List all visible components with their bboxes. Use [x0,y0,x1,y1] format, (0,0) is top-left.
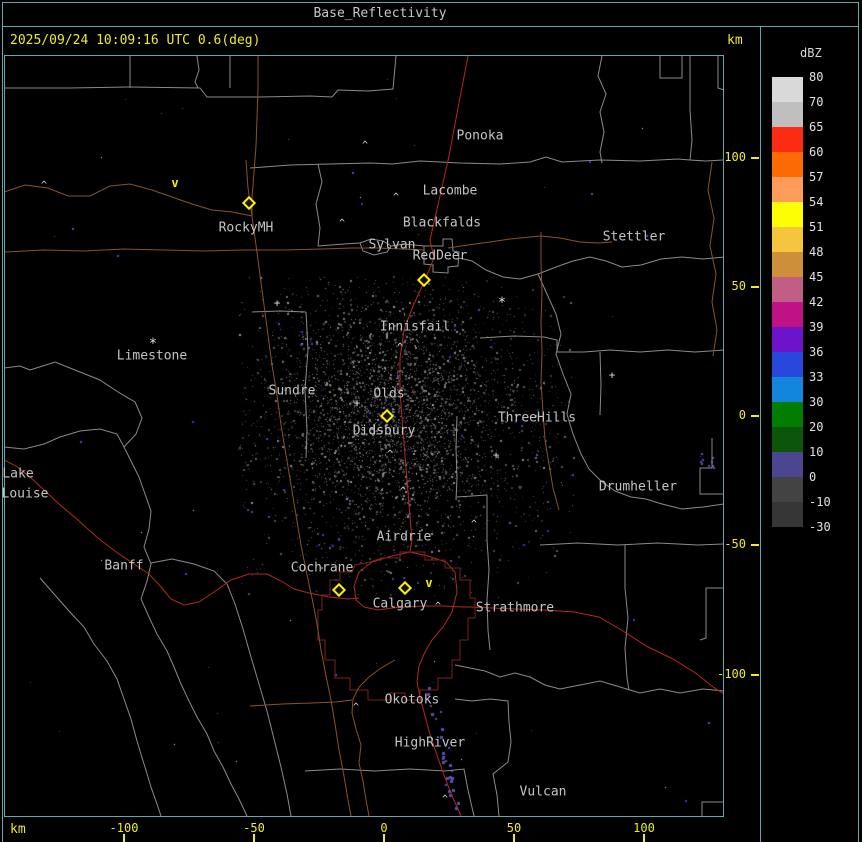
right-axis-tick [751,673,759,676]
bottom-axis-label: -50 [243,821,265,835]
colorbar-tick-label: 39 [809,320,824,334]
right-axis-tick [751,156,759,159]
colorbar-tick-label: 30 [809,395,824,409]
colorbar-tick-label: 54 [809,195,824,209]
colorbar-swatch [772,327,803,352]
bottom-axis-label: 0 [380,821,388,835]
colorbar-tick-label: 57 [809,170,824,184]
colorbar-swatch [772,127,803,152]
right-axis-tick [751,544,759,547]
colorbar-swatch [772,477,803,502]
colorbar-swatch [772,227,803,252]
colorbar-swatch [772,352,803,377]
colorbar-tick-label: 10 [809,445,824,459]
bottom-axis-tick [513,834,515,842]
colorbar-swatch [772,427,803,452]
colorbar-swatch [772,302,803,327]
colorbar-swatch [772,77,803,102]
titlebar-bottom-border [2,26,859,27]
colorbar-tick-label: 60 [809,145,824,159]
right-axis-tick [751,285,759,288]
colorbar-tick-label: 45 [809,270,824,284]
scan-timestamp: 2025/09/24 10:09:16 UTC 0.6(deg) [10,33,261,48]
map-right-border [723,55,724,817]
colorbar-tick-label: 70 [809,95,824,109]
frame-left-border [2,2,3,842]
right-axis-tick [751,415,759,417]
colorbar-swatch [772,377,803,402]
colorbar-swatch [772,277,803,302]
map-bottom-border [4,816,724,817]
colorbar-swatch [772,202,803,227]
radar-application-window: Base_Reflectivity 2025/09/24 10:09:16 UT… [0,0,862,842]
frame-right-border [858,2,859,842]
colorbar-tick-label: 33 [809,370,824,384]
bottom-axis-tick [123,834,125,842]
colorbar-tick-label: -10 [809,495,831,509]
bottom-axis-label: 100 [633,821,655,835]
colorbar-tick-label: 65 [809,120,824,134]
colorbar-swatch [772,502,803,527]
bottom-axis-tick [643,834,645,842]
colorbar-swatch [772,152,803,177]
colorbar-tick-label: -30 [809,520,831,534]
colorbar-tick-label: 51 [809,220,824,234]
bottom-axis-label: 50 [506,821,522,835]
colorbar-tick-label: 48 [809,245,824,259]
bottom-axis-tick [253,834,255,842]
page-title: Base_Reflectivity [313,6,447,21]
colorbar-divider [760,26,761,842]
colorbar-swatch [772,102,803,127]
colorbar-swatch [772,452,803,477]
colorbar-tick-label: 80 [809,70,824,84]
colorbar-swatch [772,177,803,202]
colorbar-tick-label: 42 [809,295,824,309]
bottom-axis-label: -100 [109,821,139,835]
colorbar-tick-label: 20 [809,420,824,434]
frame-top-border [2,2,859,3]
colorbar-swatch [772,252,803,277]
radar-echo-layer[interactable] [4,56,723,816]
axis-unit-bottom: km [10,822,26,837]
colorbar-title: dBZ [800,46,822,60]
bottom-axis-tick [383,834,385,842]
axis-unit-top: km [727,33,743,48]
colorbar-tick-label: 36 [809,345,824,359]
colorbar-tick-label: 0 [809,470,817,484]
colorbar-swatch [772,402,803,427]
